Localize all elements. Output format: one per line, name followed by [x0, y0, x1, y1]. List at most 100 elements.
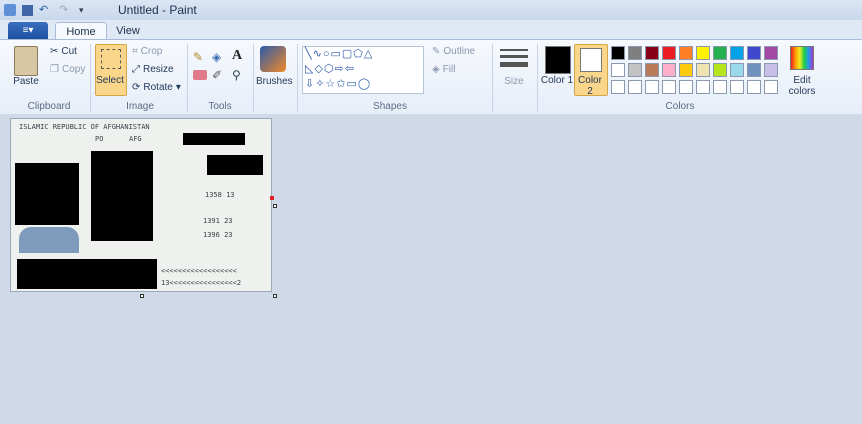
chevron-down-icon: ▾ [175, 82, 181, 93]
palette-swatch[interactable] [730, 80, 744, 94]
crop-button[interactable]: ⌗ Crop [132, 46, 162, 57]
redaction-block [15, 163, 79, 225]
palette-swatch[interactable] [679, 80, 693, 94]
palette-swatch[interactable] [764, 63, 778, 77]
paint-app-icon[interactable] [4, 4, 16, 16]
palette-swatch[interactable] [628, 46, 642, 60]
palette-swatch[interactable] [696, 63, 710, 77]
palette-swatch[interactable] [628, 63, 642, 77]
palette-swatch[interactable] [662, 46, 676, 60]
outline-icon: ✎ [432, 46, 441, 57]
separator [187, 44, 188, 112]
palette-swatch[interactable] [645, 80, 659, 94]
tab-home[interactable]: Home [55, 22, 107, 40]
fill-bucket-icon[interactable]: ◈ [212, 50, 226, 64]
resize-button[interactable]: ⤢ Resize [132, 64, 174, 75]
brushes-button[interactable]: Brushes [256, 76, 293, 87]
redaction-block [17, 259, 157, 289]
cursor-marker [270, 196, 274, 200]
copy-button[interactable]: ❐ Copy [50, 64, 85, 75]
redaction-block [183, 133, 245, 145]
outline-button[interactable]: ✎ Outline [432, 46, 475, 57]
palette-swatch[interactable] [662, 80, 676, 94]
fill-label: Fill [442, 64, 456, 75]
rotate-icon: ⟳ [132, 82, 141, 93]
palette-swatch[interactable] [679, 46, 693, 60]
resize-handle-right[interactable] [273, 204, 277, 208]
palette-swatch[interactable] [747, 46, 761, 60]
edit-colors-icon[interactable] [790, 46, 814, 70]
palette-swatch[interactable] [730, 46, 744, 60]
rotate-button[interactable]: ⟳ Rotate ▾ [132, 82, 181, 93]
color1-swatch[interactable] [545, 46, 571, 74]
save-icon[interactable] [22, 4, 33, 16]
text-icon[interactable]: A [232, 48, 246, 64]
resize-icon: ⤢ [132, 64, 140, 75]
tab-view[interactable]: View [108, 22, 148, 39]
redaction-block [207, 155, 263, 175]
fill-icon: ◈ [432, 64, 440, 75]
pencil-icon[interactable]: ✎ [193, 50, 207, 64]
palette-swatch[interactable] [696, 80, 710, 94]
doc-code-afg: AFG [129, 135, 142, 143]
color1-label: Color 1 [540, 75, 574, 86]
palette-swatch[interactable] [713, 46, 727, 60]
separator [492, 44, 493, 112]
cut-button[interactable]: ✂ Cut [50, 46, 77, 57]
palette-swatch[interactable] [747, 80, 761, 94]
shapes-gallery[interactable]: ╲∿○▭▢⬠△ ◺◇⬡⇨⇦ ⇩✧☆✩▭◯ [302, 46, 424, 94]
edit-colors-button[interactable]: Edit colors [784, 75, 820, 97]
doc-mrz-2: 13<<<<<<<<<<<<<<<<2 [161, 279, 242, 287]
size-icon[interactable] [500, 46, 528, 70]
palette-swatch[interactable] [747, 63, 761, 77]
palette-swatch[interactable] [662, 63, 676, 77]
palette-swatch[interactable] [611, 46, 625, 60]
palette-swatch[interactable] [611, 63, 625, 77]
color2-swatch [580, 48, 602, 72]
select-label: Select [96, 75, 124, 86]
doc-date-1: 1358 13 [205, 191, 235, 199]
eraser-icon[interactable] [193, 70, 207, 80]
paste-icon[interactable] [14, 46, 38, 76]
colors-group-label: Colors [665, 101, 695, 112]
window-title: Untitled - Paint [118, 3, 197, 17]
palette-swatch[interactable] [764, 80, 778, 94]
palette-swatch[interactable] [611, 80, 625, 94]
palette-swatch[interactable] [679, 63, 693, 77]
palette-swatch[interactable] [730, 63, 744, 77]
doc-code-po: PO [95, 135, 104, 143]
separator [90, 44, 91, 112]
separator [253, 44, 254, 112]
copy-label: Copy [61, 64, 86, 75]
outline-label: Outline [443, 46, 476, 57]
palette-swatch[interactable] [645, 63, 659, 77]
palette-swatch[interactable] [713, 63, 727, 77]
palette-swatch[interactable] [696, 46, 710, 60]
palette-swatch[interactable] [713, 80, 727, 94]
rotate-label: Rotate [143, 82, 173, 93]
undo-icon[interactable]: ↶ [39, 4, 53, 16]
color2-label: Color 2 [578, 75, 602, 97]
copy-icon: ❐ [50, 64, 59, 75]
image-group-label: Image [126, 101, 154, 112]
fill-button[interactable]: ◈ Fill [432, 64, 455, 75]
resize-handle-corner[interactable] [273, 294, 277, 298]
brushes-icon[interactable] [260, 46, 286, 72]
file-menu-button[interactable]: ≡▾ [8, 22, 48, 39]
magnifier-icon[interactable]: ⚲ [232, 68, 246, 82]
title-bar: ↶ ↷ ▾ Untitled - Paint [0, 0, 862, 20]
paste-button[interactable]: Paste [10, 76, 42, 87]
palette-swatch[interactable] [645, 46, 659, 60]
resize-handle-bottom[interactable] [140, 294, 144, 298]
size-button[interactable]: Size [498, 76, 530, 87]
shapes-group-label: Shapes [373, 101, 407, 112]
customize-qa-icon[interactable]: ▾ [79, 4, 93, 16]
id-card-image[interactable]: ISLAMIC REPUBLIC OF AFGHANISTAN PO AFG 1… [10, 118, 272, 292]
palette-swatch[interactable] [764, 46, 778, 60]
clipboard-group-label: Clipboard [27, 101, 71, 112]
crop-icon: ⌗ [132, 46, 138, 57]
palette-swatch[interactable] [628, 80, 642, 94]
quick-access-toolbar: ↶ ↷ ▾ [4, 2, 99, 18]
redo-icon[interactable]: ↷ [59, 4, 73, 16]
color-picker-icon[interactable]: ✐ [212, 68, 226, 82]
